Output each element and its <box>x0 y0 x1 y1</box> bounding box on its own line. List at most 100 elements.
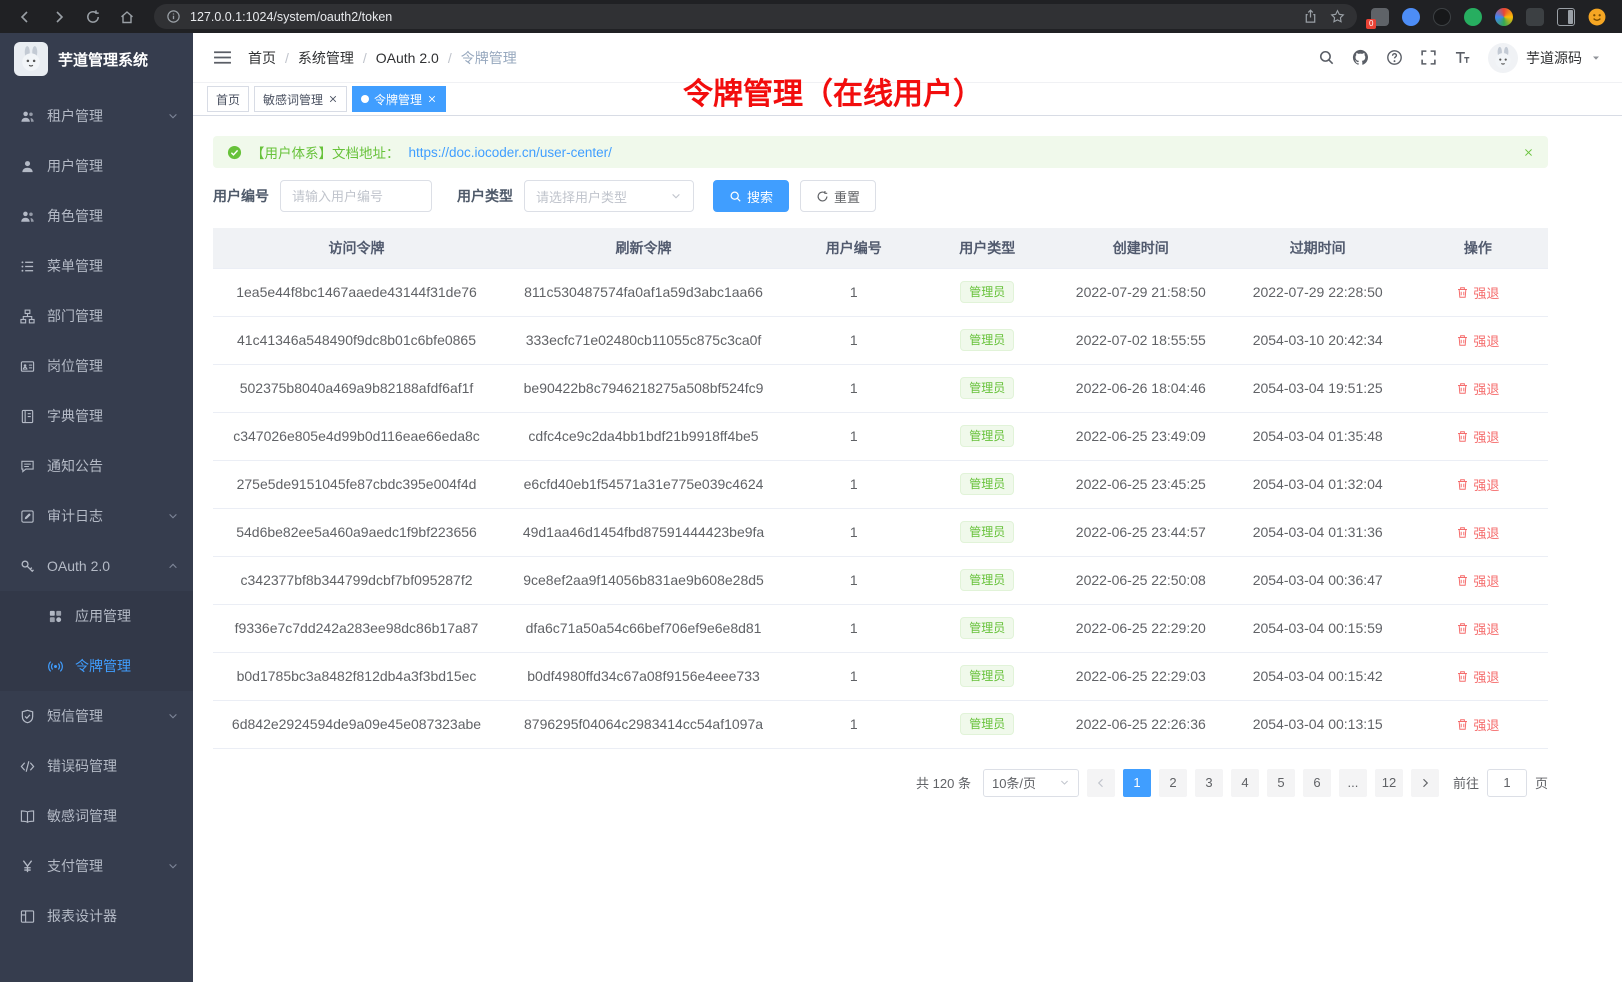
site-info-icon[interactable] <box>166 9 181 24</box>
sidebar-item[interactable]: 用户管理 <box>0 141 193 191</box>
pagination-pages: 123456...12 <box>1123 769 1403 797</box>
tab-close-icon[interactable] <box>328 94 338 104</box>
doc-link[interactable]: https://doc.iocoder.cn/user-center/ <box>409 145 612 160</box>
page-size-select[interactable]: 10条/页 <box>983 769 1079 797</box>
tab-令牌管理[interactable]: 令牌管理 <box>352 86 446 112</box>
page-button[interactable]: 5 <box>1267 769 1295 797</box>
browser-profile-avatar[interactable] <box>1588 8 1606 26</box>
page-button[interactable]: 12 <box>1375 769 1403 797</box>
goto-page-input[interactable] <box>1487 769 1527 797</box>
extension-icon[interactable] <box>1464 8 1482 26</box>
notice-icon <box>20 459 35 474</box>
share-icon[interactable] <box>1303 9 1318 24</box>
sidebar-item[interactable]: 角色管理 <box>0 191 193 241</box>
force-logout-button[interactable]: 强退 <box>1456 619 1499 638</box>
force-logout-button[interactable]: 强退 <box>1456 475 1499 494</box>
page-button[interactable]: 3 <box>1195 769 1223 797</box>
page-button[interactable]: 1 <box>1123 769 1151 797</box>
force-logout-label: 强退 <box>1473 379 1499 398</box>
browser-forward-icon[interactable] <box>46 4 72 30</box>
user-type-badge: 管理员 <box>960 521 1014 543</box>
extension-icon[interactable]: 0 <box>1371 8 1389 26</box>
alert-close-icon[interactable] <box>1523 147 1534 158</box>
force-logout-label: 强退 <box>1473 523 1499 542</box>
page-button[interactable]: 2 <box>1159 769 1187 797</box>
avatar <box>1488 43 1518 73</box>
sidebar-item[interactable]: OAuth 2.0 <box>0 541 193 591</box>
breadcrumb-item[interactable]: 系统管理 <box>298 48 354 68</box>
extension-icon[interactable] <box>1433 8 1451 26</box>
sidebar-item[interactable]: 应用管理 <box>0 591 193 641</box>
sidebar-item[interactable]: 令牌管理 <box>0 641 193 691</box>
table-header-row: 访问令牌刷新令牌用户编号用户类型创建时间过期时间操作 <box>213 228 1548 268</box>
prev-page-button[interactable] <box>1087 769 1115 797</box>
action-cell: 强退 <box>1408 556 1548 604</box>
breadcrumb-item[interactable]: 首页 <box>248 48 276 68</box>
sidebar-item[interactable]: 部门管理 <box>0 291 193 341</box>
user-id-cell: 1 <box>787 556 921 604</box>
created-time-cell: 2022-07-02 18:55:55 <box>1054 316 1228 364</box>
force-logout-button[interactable]: 强退 <box>1456 283 1499 302</box>
force-logout-button[interactable]: 强退 <box>1456 331 1499 350</box>
user-type-select[interactable]: 请选择用户类型 <box>524 180 694 212</box>
sidebar-item[interactable]: 错误码管理 <box>0 741 193 791</box>
user-menu[interactable]: 芋道源码 <box>1488 43 1602 73</box>
success-check-icon <box>227 145 242 160</box>
sidebar-item[interactable]: 审计日志 <box>0 491 193 541</box>
app-icon <box>48 609 63 624</box>
search-button[interactable]: 搜索 <box>713 180 789 212</box>
side-panel-icon[interactable] <box>1557 8 1575 26</box>
sidebar-toggle-button[interactable] <box>213 48 232 67</box>
sidebar-item[interactable]: 租户管理 <box>0 91 193 141</box>
page-button[interactable]: 4 <box>1231 769 1259 797</box>
tab-敏感词管理[interactable]: 敏感词管理 <box>254 86 347 112</box>
address-bar[interactable]: 127.0.0.1:1024/system/oauth2/token <box>154 4 1357 29</box>
refresh-token-cell: 49d1aa46d1454fbd87591444423be9fa <box>500 508 787 556</box>
fullscreen-icon[interactable] <box>1420 49 1437 66</box>
force-logout-button[interactable]: 强退 <box>1456 667 1499 686</box>
force-logout-button[interactable]: 强退 <box>1456 379 1499 398</box>
sidebar-item[interactable]: 通知公告 <box>0 441 193 491</box>
pagination-ellipsis[interactable]: ... <box>1339 769 1367 797</box>
sidebar-item[interactable]: 敏感词管理 <box>0 791 193 841</box>
reset-button[interactable]: 重置 <box>800 180 876 212</box>
main-area: 首页 / 系统管理 / OAuth 2.0 / 令牌管理 芋道源码 <box>193 33 1622 982</box>
sidebar-item[interactable]: 报表设计器 <box>0 891 193 941</box>
sidebar-item-label: 支付管理 <box>47 856 155 876</box>
browser-back-icon[interactable] <box>12 4 38 30</box>
sidebar-item[interactable]: 短信管理 <box>0 691 193 741</box>
expire-time-cell: 2054-03-04 00:13:15 <box>1228 700 1408 748</box>
font-size-icon[interactable] <box>1454 49 1471 66</box>
tab-首页[interactable]: 首页 <box>207 86 249 112</box>
force-logout-button[interactable]: 强退 <box>1456 427 1499 446</box>
action-cell: 强退 <box>1408 652 1548 700</box>
browser-home-icon[interactable] <box>114 4 140 30</box>
breadcrumb-item[interactable]: OAuth 2.0 <box>376 50 439 66</box>
search-icon[interactable] <box>1318 49 1335 66</box>
force-logout-button[interactable]: 强退 <box>1456 523 1499 542</box>
pay-icon <box>20 859 35 874</box>
sidebar-item[interactable]: 字典管理 <box>0 391 193 441</box>
sidebar-item[interactable]: 支付管理 <box>0 841 193 891</box>
next-page-button[interactable] <box>1411 769 1439 797</box>
github-icon[interactable] <box>1352 49 1369 66</box>
force-logout-button[interactable]: 强退 <box>1456 715 1499 734</box>
extension-icon[interactable] <box>1526 8 1544 26</box>
user-type-cell: 管理员 <box>921 556 1055 604</box>
table-row: b0d1785bc3a8482f812db4a3f3bd15ecb0df4980… <box>213 652 1548 700</box>
chevron-down-icon <box>1059 777 1070 788</box>
breadcrumb-separator: / <box>448 50 452 66</box>
extension-icon[interactable] <box>1402 8 1420 26</box>
extension-icon[interactable] <box>1495 8 1513 26</box>
help-icon[interactable] <box>1386 49 1403 66</box>
sidebar-item[interactable]: 菜单管理 <box>0 241 193 291</box>
sidebar-item-label: 错误码管理 <box>47 756 179 776</box>
bookmark-star-icon[interactable] <box>1330 9 1345 24</box>
page-button[interactable]: 6 <box>1303 769 1331 797</box>
force-logout-button[interactable]: 强退 <box>1456 571 1499 590</box>
tab-close-icon[interactable] <box>427 94 437 104</box>
browser-reload-icon[interactable] <box>80 4 106 30</box>
sidebar-item[interactable]: 岗位管理 <box>0 341 193 391</box>
oauth-icon <box>20 559 35 574</box>
user-id-input[interactable] <box>280 180 432 212</box>
